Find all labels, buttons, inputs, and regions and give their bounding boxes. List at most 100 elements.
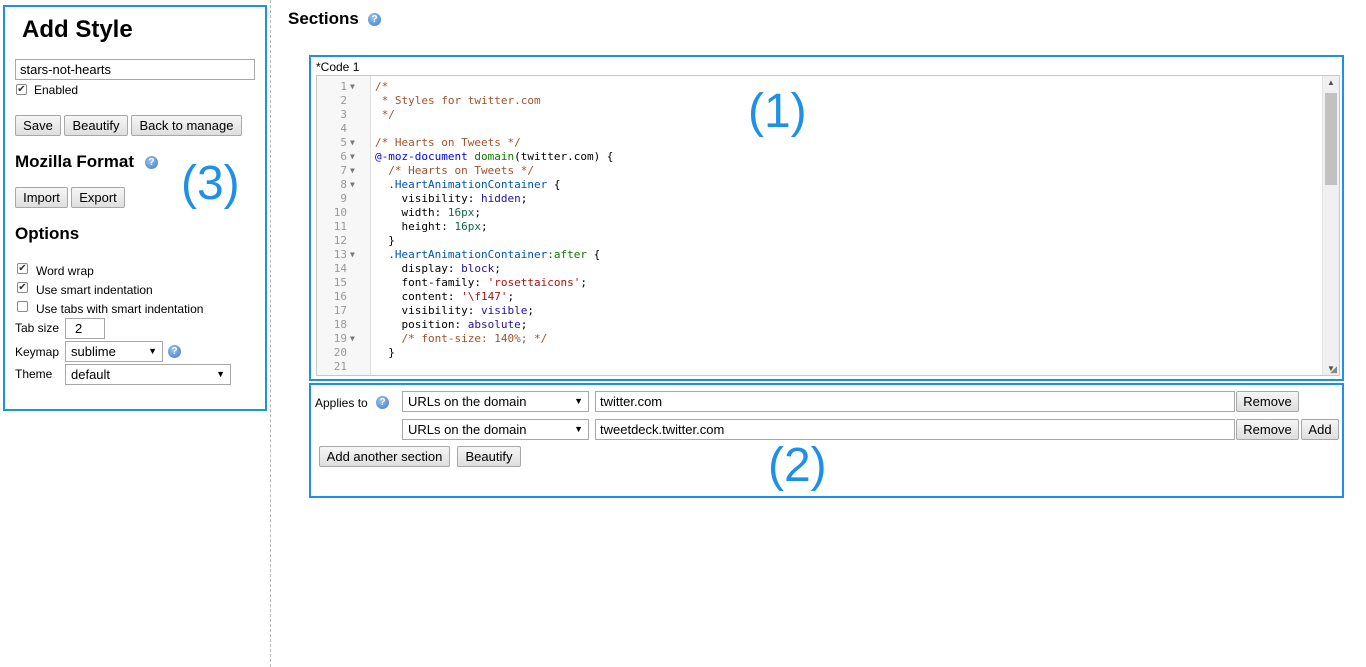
line-number: 9 [340,192,347,205]
code-line[interactable]: 9 visibility: hidden; [317,192,1321,206]
theme-select[interactable]: default ▼ [65,364,231,385]
fold-arrow-icon[interactable]: ▼ [350,80,355,94]
rule-value-input-1[interactable]: twitter.com [595,391,1235,412]
code-text: font-family: 'rosettaicons'; [401,276,587,289]
sidebar-separator [270,0,271,667]
line-number: 14 [333,262,347,275]
code-line[interactable]: 5 ▼ /* Hearts on Tweets */ [317,136,1321,150]
code-text: .HeartAnimationContainer { [388,178,561,191]
line-number: 6 [340,150,347,163]
code-editor[interactable]: 1 ▼/* 2 * Styles for twitter.com 3 */4 5 ▼/* … [316,75,1340,376]
smart-indent-label: Use smart indentation [36,283,153,297]
rule-type-value: URLs on the domain [408,394,527,409]
remove-rule-button-1[interactable]: Remove [1236,391,1299,412]
editor-scrollbar[interactable]: ▲ ▼ [1322,76,1339,375]
dropdown-caret-icon: ▼ [148,346,157,356]
mozilla-format-heading: Mozilla Format [15,152,135,171]
code-line[interactable]: 6 ▼ @-moz-document domain(twitter.com) { [317,150,1321,164]
use-tabs-checkbox[interactable] [17,301,28,312]
help-icon[interactable]: ? [168,345,181,358]
line-number: 11 [333,220,347,233]
save-button[interactable]: Save [15,115,61,136]
enabled-checkbox[interactable]: ✔ [16,84,27,95]
code-line[interactable]: 21 [317,360,1321,374]
rule-type-select-2[interactable]: URLs on the domain ▼ [402,419,589,440]
code-line[interactable]: 12 } [317,234,1321,248]
code-line[interactable]: 20 } [317,346,1321,360]
fold-arrow-icon[interactable]: ▼ [350,248,355,262]
fold-arrow-icon[interactable]: ▼ [350,332,355,346]
help-icon[interactable]: ? [145,156,158,169]
keymap-value: sublime [71,344,116,359]
rule-value-input-2[interactable]: tweetdeck.twitter.com [595,419,1235,440]
code-text: } [375,234,395,247]
tab-size-input[interactable]: 2 [65,318,105,339]
code-line[interactable]: 11 height: 16px; [317,220,1321,234]
dropdown-caret-icon: ▼ [216,369,225,379]
code-text: height: 16px; [401,220,488,233]
code-line[interactable]: 1 ▼ /* [317,80,1321,94]
help-icon[interactable]: ? [368,13,381,26]
code-line[interactable]: 17 visibility: visible; [317,304,1321,318]
code-text: /* font-size: 140%; */ [375,332,548,345]
code-text: width: 16px; [401,206,482,219]
keymap-select[interactable]: sublime ▼ [65,341,163,362]
scroll-up-icon[interactable]: ▲ [1327,78,1335,87]
code-text: visibility: hidden; [401,192,528,205]
word-wrap-label: Word wrap [36,264,94,278]
code-line[interactable]: 15 font-family: 'rosettaicons'; [317,276,1321,290]
add-rule-button[interactable]: Add [1301,419,1339,440]
dropdown-caret-icon: ▼ [574,396,583,406]
code-line[interactable]: 10 width: 16px; [317,206,1321,220]
code-line[interactable]: 2 * Styles for twitter.com [317,94,1321,108]
line-number: 20 [333,346,347,359]
enabled-label: Enabled [34,83,79,97]
resize-grip-icon[interactable]: ◢ [1330,364,1337,375]
code-text: position: absolute; [401,318,528,331]
keymap-label: Keymap [15,345,60,359]
line-number: 16 [333,290,347,303]
theme-label: Theme [15,367,53,381]
line-number: 7 [340,164,347,177]
remove-rule-button-2[interactable]: Remove [1236,419,1299,440]
style-name-input[interactable]: stars-not-hearts [15,59,255,80]
word-wrap-checkbox[interactable]: ✔ [17,263,28,274]
line-number: 2 [340,94,347,107]
code-line[interactable]: 4 [317,122,1321,136]
fold-arrow-icon[interactable]: ▼ [350,164,355,178]
fold-arrow-icon[interactable]: ▼ [350,150,355,164]
scrollbar-thumb[interactable] [1325,93,1337,185]
code-text: /* Hearts on Tweets */ [375,136,521,149]
code-line[interactable]: 7 ▼ /* Hearts on Tweets */ [317,164,1321,178]
dropdown-caret-icon: ▼ [574,424,583,434]
tab-size-label: Tab size [15,321,60,335]
fold-arrow-icon[interactable]: ▼ [350,178,355,192]
code-text: /* [375,80,389,93]
section-beautify-button[interactable]: Beautify [457,446,521,467]
fold-arrow-icon[interactable]: ▼ [350,136,355,150]
smart-indent-checkbox[interactable]: ✔ [17,282,28,293]
line-number: 10 [333,206,347,219]
line-number: 5 [340,136,347,149]
code-text: /* Hearts on Tweets */ [375,164,534,177]
code-line[interactable]: 3 */ [317,108,1321,122]
export-button[interactable]: Export [71,187,125,208]
code-line[interactable]: 8 ▼ .HeartAnimationContainer { [317,178,1321,192]
rule-type-select-1[interactable]: URLs on the domain ▼ [402,391,589,412]
annotation-label-1: (1) [748,85,807,138]
code-line[interactable]: 16 content: '\f147'; [317,290,1321,304]
help-icon[interactable]: ? [376,396,389,409]
code-line[interactable]: 13 ▼ .HeartAnimationContainer:after { [317,248,1321,262]
line-number: 13 [333,248,347,261]
back-to-manage-button[interactable]: Back to manage [131,115,242,136]
line-number: 1 [340,80,347,93]
rule-type-value: URLs on the domain [408,422,527,437]
code-text: } [375,346,395,359]
beautify-button[interactable]: Beautify [64,115,128,136]
code-text: * Styles for twitter.com [375,94,541,107]
import-button[interactable]: Import [15,187,68,208]
add-another-section-button[interactable]: Add another section [319,446,450,467]
code-line[interactable]: 14 display: block; [317,262,1321,276]
code-line[interactable]: 19 ▼ /* font-size: 140%; */ [317,332,1321,346]
code-line[interactable]: 18 position: absolute; [317,318,1321,332]
